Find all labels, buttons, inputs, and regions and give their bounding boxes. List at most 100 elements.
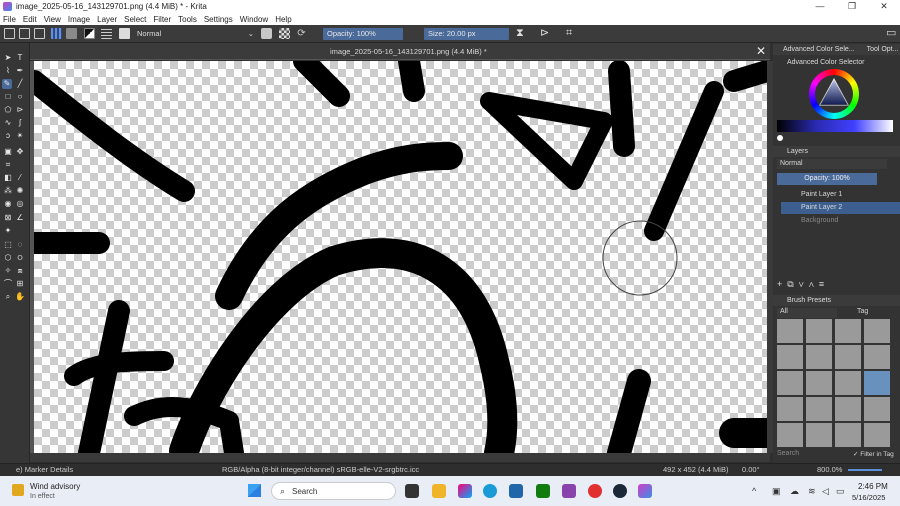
tab-advanced-color-selector[interactable]: Advanced Color Sele... <box>783 46 855 53</box>
layers-blend-select[interactable]: Normal <box>777 159 887 169</box>
clock-date[interactable]: 5/16/2025 <box>852 493 885 502</box>
xbox-icon[interactable] <box>536 484 550 498</box>
blend-mode-select[interactable]: Normal ⌄ <box>133 28 257 40</box>
tray-app-icon[interactable]: ▣ <box>772 486 781 497</box>
similar-select-tool-icon[interactable]: ⧈ <box>15 266 25 276</box>
mirror-vertical-icon[interactable]: ⊳ <box>540 28 551 39</box>
weather-warning-icon[interactable] <box>12 484 24 496</box>
close-document-icon[interactable]: ✕ <box>756 44 766 58</box>
select-shapes-tool-icon[interactable]: ➤ <box>3 53 13 63</box>
crop-tool-icon[interactable]: ⌗ <box>3 160 13 170</box>
brush-filter-select[interactable]: All <box>777 308 837 318</box>
tray-cloud-icon[interactable]: ☁ <box>790 486 799 497</box>
drawing-canvas[interactable] <box>34 61 767 453</box>
volume-icon[interactable]: ◁ <box>822 486 829 497</box>
assistant-tool-icon[interactable]: ⊠ <box>3 213 13 223</box>
add-layer-icon[interactable]: + <box>777 279 787 289</box>
menu-help[interactable]: Help <box>275 15 291 24</box>
eraser-mode-icon[interactable] <box>261 28 272 39</box>
bezier-tool-icon[interactable]: ∿ <box>3 118 13 128</box>
close-window-button[interactable]: ✕ <box>868 1 900 12</box>
document-tab[interactable]: image_2025-05-16_143129701.png (4.4 MiB)… <box>330 47 487 56</box>
color-gradient-bar[interactable] <box>777 120 893 132</box>
weather-title[interactable]: Wind advisory <box>30 482 80 491</box>
brush-settings-icon[interactable] <box>101 28 112 39</box>
edge-icon[interactable] <box>483 484 497 498</box>
app-icon[interactable] <box>562 484 576 498</box>
store-icon[interactable] <box>509 484 523 498</box>
move-up-icon[interactable]: ∧ <box>809 279 819 289</box>
brush-preset-selected[interactable] <box>864 371 890 395</box>
save-document-icon[interactable] <box>34 28 45 39</box>
zoom-tool-icon[interactable]: ⌕ <box>3 292 13 302</box>
menu-tools[interactable]: Tools <box>178 15 197 24</box>
menu-file[interactable]: File <box>3 15 16 24</box>
rect-select-tool-icon[interactable]: ⬚ <box>3 240 13 250</box>
ellipse-select-tool-icon[interactable]: ◌ <box>15 240 25 250</box>
menu-settings[interactable]: Settings <box>204 15 233 24</box>
duplicate-layer-icon[interactable]: ⧉ <box>787 279 798 289</box>
battery-icon[interactable]: ▭ <box>836 486 845 497</box>
brush-preset-grid[interactable] <box>777 319 893 447</box>
enclose-fill-tool-icon[interactable]: ◎ <box>15 199 25 209</box>
task-view-icon[interactable] <box>405 484 419 498</box>
tray-chevron-icon[interactable]: ^ <box>752 486 756 496</box>
layer-row-selected[interactable]: Paint Layer 2 <box>781 202 900 214</box>
crop-icon[interactable]: ⌗ <box>566 28 577 39</box>
polygon-tool-icon[interactable]: ⬠ <box>3 105 13 115</box>
colorize-mask-tool-icon[interactable]: ⁂ <box>3 186 13 196</box>
ellipse-tool-icon[interactable]: ○ <box>15 92 25 102</box>
calligraphy-tool-icon[interactable]: ✒ <box>15 66 25 76</box>
menu-select[interactable]: Select <box>124 15 146 24</box>
new-document-icon[interactable] <box>4 28 15 39</box>
mirror-horizontal-icon[interactable]: ⧗ <box>516 28 527 39</box>
copilot-icon[interactable] <box>458 484 472 498</box>
rectangle-tool-icon[interactable]: □ <box>3 92 13 102</box>
file-explorer-icon[interactable] <box>432 484 446 498</box>
edit-shapes-tool-icon[interactable]: ⌇ <box>3 66 13 76</box>
reload-preset-icon[interactable]: ⟳ <box>296 28 307 39</box>
fg-bg-color-icon[interactable] <box>84 28 95 39</box>
start-icon[interactable] <box>248 484 261 497</box>
layer-row[interactable]: Background <box>781 215 900 227</box>
magnetic-select-tool-icon[interactable]: ⊞ <box>15 279 25 289</box>
brush-tag-button[interactable]: Tag <box>857 308 883 318</box>
clock-time[interactable]: 2:46 PM <box>858 482 888 491</box>
zoom-slider[interactable] <box>848 469 882 471</box>
opera-icon[interactable] <box>588 484 602 498</box>
pattern-icon[interactable] <box>66 28 77 39</box>
steam-icon[interactable] <box>613 484 627 498</box>
layer-menu-icon[interactable]: ≡ <box>819 279 829 289</box>
multibrush-tool-icon[interactable]: ✴ <box>15 131 25 141</box>
open-document-icon[interactable] <box>19 28 30 39</box>
current-color-swatch[interactable] <box>777 135 783 141</box>
status-rotation[interactable]: 0.00° <box>742 464 760 476</box>
layers-opacity-slider[interactable]: Opacity: 100% <box>777 173 877 185</box>
smart-patch-tool-icon[interactable]: ✺ <box>15 186 25 196</box>
fill-tool-icon[interactable]: ◉ <box>3 199 13 209</box>
menu-edit[interactable]: Edit <box>23 15 37 24</box>
brush-search-input[interactable]: Search <box>777 450 847 459</box>
maximize-button[interactable]: ❐ <box>836 1 868 12</box>
menu-image[interactable]: Image <box>68 15 90 24</box>
wifi-icon[interactable]: ≋ <box>808 486 816 497</box>
contiguous-select-tool-icon[interactable]: ✧ <box>3 266 13 276</box>
pan-tool-icon[interactable]: ✋ <box>15 292 25 302</box>
move-tool-icon[interactable]: ✥ <box>15 147 25 157</box>
transform-tool-icon[interactable]: ▣ <box>3 147 13 157</box>
gradient-icon[interactable] <box>51 28 62 39</box>
menu-view[interactable]: View <box>44 15 61 24</box>
krita-taskbar-icon[interactable] <box>638 484 652 498</box>
polyline-tool-icon[interactable]: ⊳ <box>15 105 25 115</box>
measure-tool-icon[interactable]: ∠ <box>15 213 25 223</box>
freehand-path-tool-icon[interactable]: ʃ <box>15 118 25 128</box>
reference-tool-icon[interactable]: ✦ <box>3 226 13 236</box>
preserve-alpha-icon[interactable] <box>279 28 290 39</box>
freehand-select-tool-icon[interactable]: ଠ <box>15 253 25 263</box>
menu-window[interactable]: Window <box>240 15 268 24</box>
menu-filter[interactable]: Filter <box>153 15 171 24</box>
text-tool-icon[interactable]: T <box>15 53 25 63</box>
filter-in-tag-checkbox[interactable]: ✓ Filter in Tag <box>853 450 899 459</box>
color-picker-tool-icon[interactable]: ⁄ <box>15 173 25 183</box>
dynamic-brush-tool-icon[interactable]: ↄ <box>3 131 13 141</box>
